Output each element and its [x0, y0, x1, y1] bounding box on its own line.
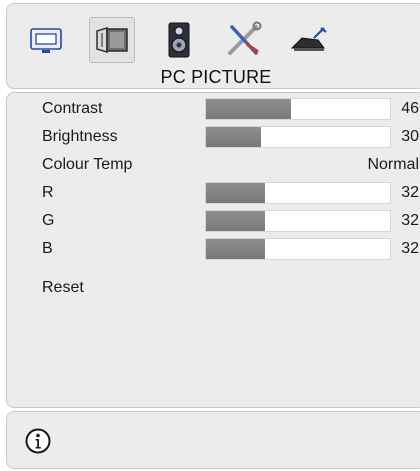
- picture-icon: [96, 27, 128, 53]
- reset-row[interactable]: Reset: [7, 277, 420, 299]
- brightness-value: 30: [401, 128, 419, 145]
- satellite-dish-icon: [290, 27, 327, 51]
- colour-temp-row[interactable]: Colour Temp Normal: [7, 154, 420, 176]
- brightness-slider[interactable]: [205, 126, 391, 148]
- colour-temp-label: Colour Temp: [42, 156, 133, 173]
- g-row[interactable]: G 32: [7, 210, 420, 232]
- b-value: 32: [401, 240, 419, 257]
- g-slider[interactable]: [205, 210, 391, 232]
- info-icon[interactable]: [24, 427, 52, 455]
- reset-label: Reset: [42, 279, 84, 296]
- menu-header: PC PICTURE: [6, 3, 420, 89]
- r-label: R: [42, 184, 54, 201]
- r-slider-fill: [206, 183, 265, 203]
- tab-setup[interactable]: [221, 17, 267, 63]
- contrast-value: 46: [401, 100, 419, 117]
- b-row[interactable]: B 32: [7, 238, 420, 260]
- settings-panel: Contrast 46 Brightness 30 Colour Temp No…: [6, 92, 420, 408]
- contrast-slider-fill: [206, 99, 291, 119]
- tab-sound[interactable]: [156, 17, 202, 63]
- menu-title: PC PICTURE: [160, 67, 272, 87]
- g-label: G: [42, 212, 55, 229]
- g-slider-fill: [206, 211, 265, 231]
- tab-installation[interactable]: [286, 17, 332, 63]
- tab-picture[interactable]: [89, 17, 135, 63]
- b-label: B: [42, 240, 53, 257]
- b-slider-fill: [206, 239, 265, 259]
- brightness-slider-fill: [206, 127, 262, 147]
- monitor-icon: [30, 28, 62, 53]
- r-slider[interactable]: [205, 182, 391, 204]
- brightness-label: Brightness: [42, 128, 118, 145]
- contrast-slider[interactable]: [205, 98, 391, 120]
- contrast-label: Contrast: [42, 100, 103, 117]
- b-slider[interactable]: [205, 238, 391, 260]
- r-value: 32: [401, 184, 419, 201]
- g-value: 32: [401, 212, 419, 229]
- speaker-icon: [168, 22, 190, 58]
- brightness-row[interactable]: Brightness 30: [7, 126, 420, 148]
- tab-monitor[interactable]: [23, 17, 69, 63]
- info-bar: [6, 411, 420, 469]
- tools-icon: [228, 21, 262, 55]
- contrast-row[interactable]: Contrast 46: [7, 98, 420, 120]
- r-row[interactable]: R 32: [7, 182, 420, 204]
- colour-temp-value: Normal: [367, 156, 419, 173]
